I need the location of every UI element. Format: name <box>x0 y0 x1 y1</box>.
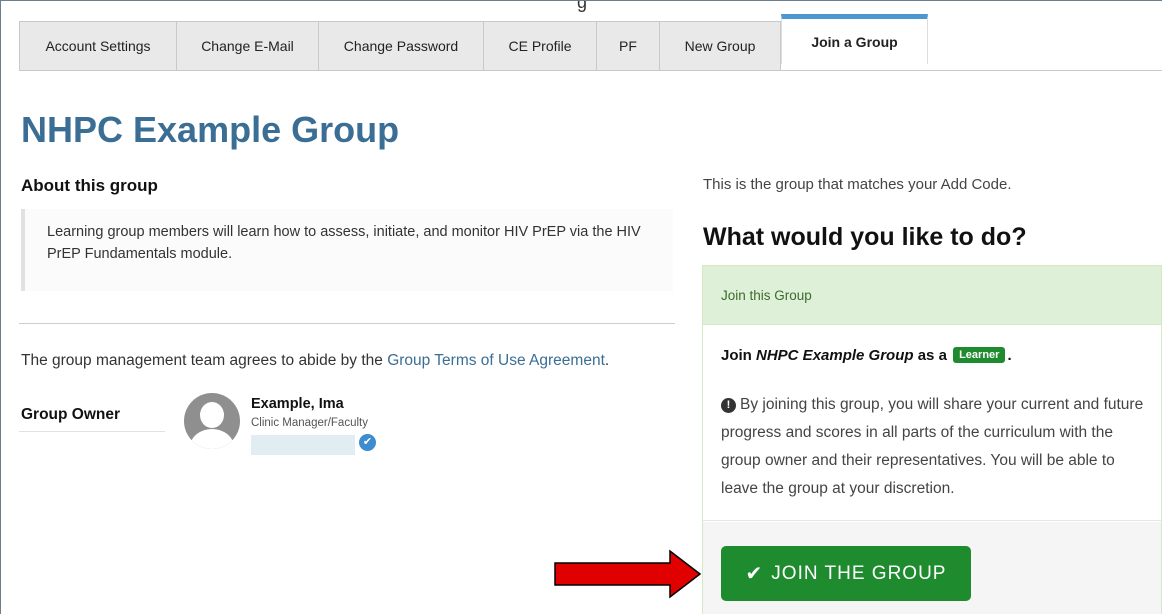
cropped-header-label: g <box>576 1 587 12</box>
tab-account-settings[interactable]: Account Settings <box>19 21 177 70</box>
group-owner-label: Group Owner <box>21 406 121 423</box>
owner-role: Clinic Manager/Faculty <box>251 417 368 429</box>
checkmark-icon: ✔ <box>745 563 764 585</box>
page-frame: g Account Settings Change E-Mail Change … <box>0 0 1162 614</box>
join-suffix: . <box>1007 347 1012 364</box>
red-arrow-icon <box>554 549 702 599</box>
group-description: Learning group members will learn how to… <box>21 209 673 291</box>
section-divider <box>19 323 675 324</box>
join-button-label: JOIN THE GROUP <box>771 562 947 584</box>
tab-change-password[interactable]: Change Password <box>318 21 484 70</box>
tab-new-group[interactable]: New Group <box>659 21 781 70</box>
tab-pf[interactable]: PF <box>596 21 660 70</box>
red-arrow-shape <box>554 549 702 599</box>
exclamation-circle-icon: ! <box>721 398 736 413</box>
sharing-notice-text: By joining this group, you will share yo… <box>721 396 1144 497</box>
role-badge: Learner <box>953 347 1006 363</box>
avatar-head <box>200 402 224 428</box>
panel-body: Join NHPC Example Group as a Learner. ! B… <box>703 325 1161 521</box>
join-mid: as a <box>913 347 952 364</box>
about-heading: About this group <box>21 176 158 195</box>
join-group-name: NHPC Example Group <box>756 347 914 364</box>
terms-statement: The group management team agrees to abid… <box>21 352 609 370</box>
owner-label-underline <box>19 431 165 432</box>
cropped-header-text: g <box>1 1 1162 15</box>
page-title: NHPC Example Group <box>21 109 400 150</box>
panel-footer: ✔ JOIN THE GROUP <box>703 522 1161 614</box>
user-silhouette-icon <box>184 393 240 449</box>
panel-title: Join this Group <box>703 266 1161 325</box>
join-prefix: Join <box>721 347 757 364</box>
owner-name: Example, Ima <box>251 396 344 412</box>
sharing-notice: ! By joining this group, you will share y… <box>721 391 1151 503</box>
action-question: What would you like to do? <box>703 223 1027 251</box>
tab-change-email[interactable]: Change E-Mail <box>176 21 319 70</box>
checkmark-badge-icon: ✔ <box>359 434 376 451</box>
join-summary: Join NHPC Example Group as a Learner. <box>721 347 1012 364</box>
join-the-group-button[interactable]: ✔ JOIN THE GROUP <box>721 546 971 601</box>
avatar-body <box>190 429 234 449</box>
account-tabs: Account Settings Change E-Mail Change Pa… <box>19 14 1162 71</box>
tab-join-a-group[interactable]: Join a Group <box>781 14 928 64</box>
tab-ce-profile[interactable]: CE Profile <box>483 21 597 70</box>
join-group-panel: Join this Group Join NHPC Example Group … <box>702 265 1162 614</box>
owner-detail-redacted <box>251 435 355 455</box>
add-code-match-text: This is the group that matches your Add … <box>703 176 1012 193</box>
terms-prefix: The group management team agrees to abid… <box>21 352 388 369</box>
terms-of-use-link[interactable]: Group Terms of Use Agreement <box>387 352 605 369</box>
terms-suffix: . <box>604 352 610 369</box>
